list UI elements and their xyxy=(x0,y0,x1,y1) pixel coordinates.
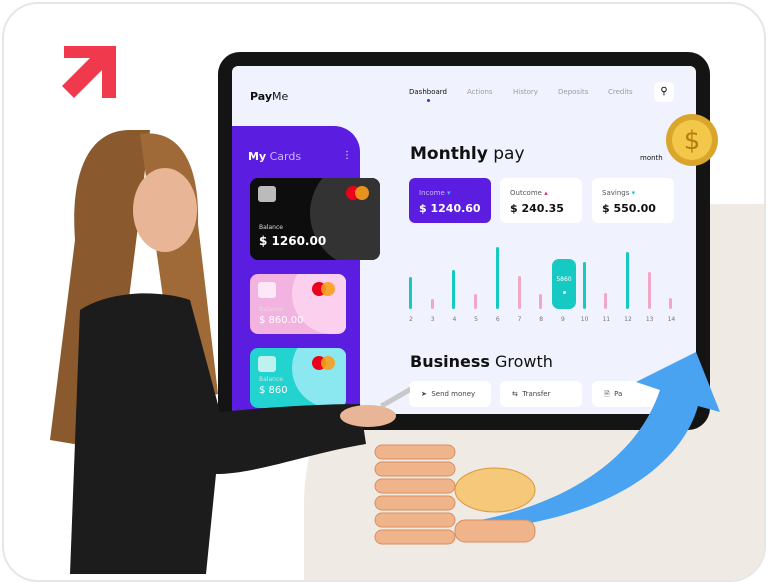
chart-bar xyxy=(474,294,478,309)
dollar-coin-icon: $ xyxy=(666,114,718,166)
chart-bar xyxy=(495,247,499,309)
stat-income[interactable]: Income ▾ $ 1240.60 xyxy=(409,178,491,223)
x-tick-label: 14 xyxy=(667,316,676,323)
x-tick-label: 6 xyxy=(495,316,500,323)
x-tick-label: 10 xyxy=(580,316,589,323)
chart-bar xyxy=(582,262,586,309)
chart-bar xyxy=(647,272,651,309)
chart-bar xyxy=(430,299,434,309)
send-icon: ➤ xyxy=(421,390,427,398)
nav-history[interactable]: History xyxy=(513,88,538,96)
x-tick-label: 7 xyxy=(517,316,522,323)
coin-stack-icon xyxy=(374,444,536,545)
nav-actions[interactable]: Actions xyxy=(467,88,493,96)
search-icon[interactable]: ⚲ xyxy=(654,82,674,102)
chart-bar xyxy=(539,294,543,309)
x-tick-label: 13 xyxy=(645,316,654,323)
x-tick-label: 9 xyxy=(560,316,565,323)
monthly-pay-title: Monthly pay xyxy=(410,144,525,164)
svg-text:$: $ xyxy=(684,126,701,156)
chart-bar xyxy=(626,252,629,309)
brand-logo: PayMe xyxy=(250,90,289,103)
stat-savings[interactable]: Savings ▾ $ 550.00 xyxy=(592,178,674,223)
highlight-tooltip[interactable]: 5860 xyxy=(552,259,576,309)
chart-bar xyxy=(669,298,673,309)
x-tick-label: 4 xyxy=(452,316,457,323)
arrow-logo-icon xyxy=(62,46,116,98)
stat-outcome[interactable]: Outcome ▴ $ 240.35 xyxy=(500,178,582,223)
chart-bar xyxy=(452,270,456,309)
x-tick-label: 3 xyxy=(430,316,435,323)
chart-bar xyxy=(604,293,608,309)
nav-credits[interactable]: Credits xyxy=(608,88,633,96)
x-tick-label: 8 xyxy=(539,316,544,323)
x-tick-label: 12 xyxy=(624,316,632,323)
chart-bar xyxy=(517,276,521,309)
x-tick-label: 11 xyxy=(602,316,611,323)
nav-dashboard[interactable]: Dashboard xyxy=(409,88,447,102)
nav-deposits[interactable]: Deposits xyxy=(558,88,588,96)
woman-photo xyxy=(50,130,410,574)
x-tick-label: 5 xyxy=(474,316,478,323)
